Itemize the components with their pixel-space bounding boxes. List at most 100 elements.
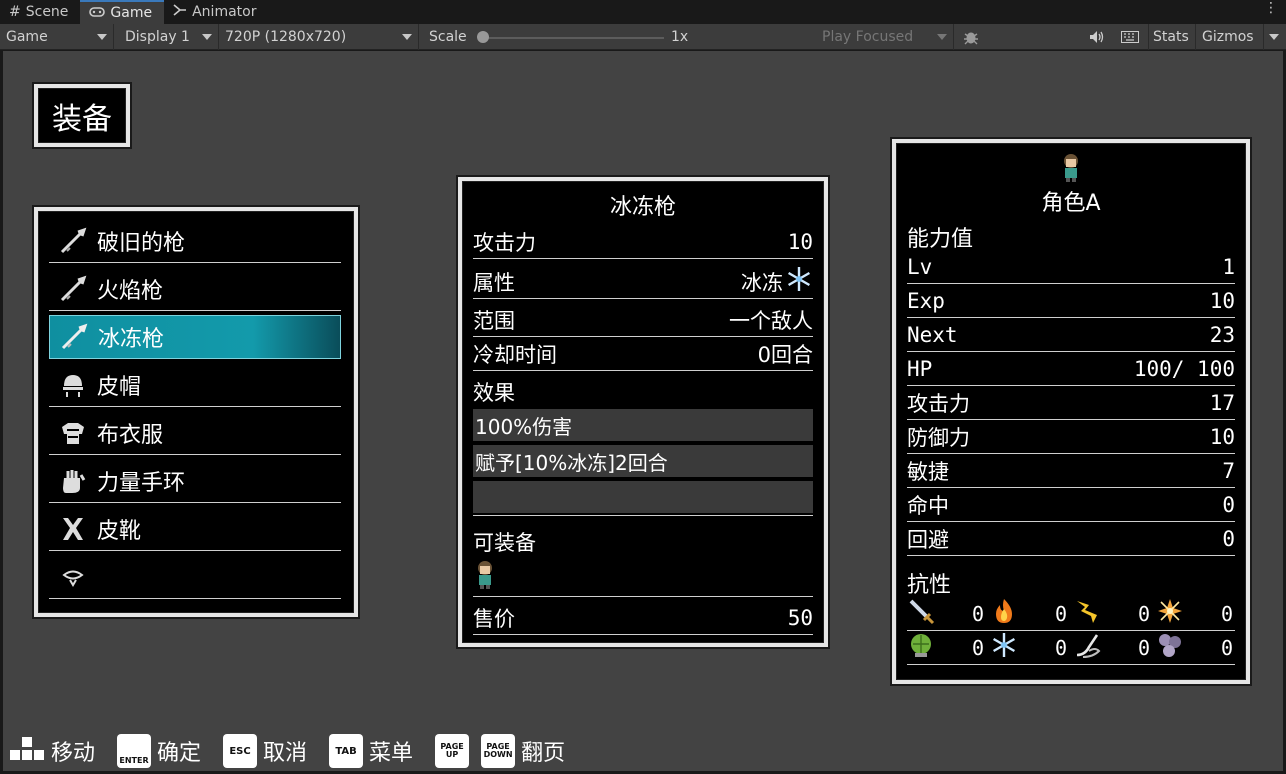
divider xyxy=(473,515,813,516)
page-down-key-icon: PAGE DOWN xyxy=(481,734,516,768)
resist-value: 0 xyxy=(1137,601,1150,626)
gun-icon xyxy=(54,319,94,355)
resist-value: 0 xyxy=(1054,601,1067,626)
stat-label: 命中 xyxy=(907,494,949,518)
game-view: 装备 破旧的枪 火焰枪 冰冻枪 皮帽 布衣服 力量手环 皮靴 冰冻枪 攻击力 1… xyxy=(3,51,1283,771)
help-page: PAGE DOWN 翻页 xyxy=(481,734,565,768)
stat-value: 7 xyxy=(1222,459,1235,483)
scale-label: Scale xyxy=(429,29,467,45)
tab-animator-label: Animator xyxy=(192,4,257,20)
resist-row: 0 0 0 0 xyxy=(907,597,1235,631)
tab-game[interactable]: Game xyxy=(80,0,165,24)
list-item[interactable]: 皮靴 xyxy=(49,507,341,551)
stat-value: 23 xyxy=(1209,323,1235,347)
gizmos-button[interactable]: Gizmos xyxy=(1195,24,1254,50)
stat-value: 10 xyxy=(1209,289,1235,313)
view-mode-label: Game xyxy=(6,29,48,45)
resolution-dropdown[interactable]: 720P (1280x720) xyxy=(219,24,419,50)
character-avatar xyxy=(896,153,1246,189)
help-confirm: ENTER 确定 xyxy=(117,734,201,768)
range-row: 范围 一个敌人 xyxy=(473,303,813,337)
stat-label: 敏捷 xyxy=(907,460,949,484)
resist-cell: 0 xyxy=(1073,597,1152,631)
scale-slider-handle[interactable] xyxy=(477,31,489,43)
stat-label: Next xyxy=(907,323,958,347)
attribute-label: 属性 xyxy=(473,270,515,295)
help-label: 移动 xyxy=(51,741,96,766)
stat-label: Exp xyxy=(907,289,945,313)
chevron-down-icon xyxy=(97,34,107,40)
tab-game-label: Game xyxy=(110,5,153,21)
help-page-up: PAGE UP xyxy=(435,734,470,768)
stat-value: 0 xyxy=(1222,493,1235,517)
editor-tab-bar: # Scene Game Animator ⋮ xyxy=(0,0,1286,24)
list-item[interactable]: 力量手环 xyxy=(49,459,341,503)
character-avatar xyxy=(473,560,497,595)
bug-icon[interactable] xyxy=(960,24,982,50)
stat-value: 1 xyxy=(1222,255,1235,279)
list-item[interactable]: 火焰枪 xyxy=(49,267,341,311)
play-focused-dropdown[interactable]: Play Focused xyxy=(816,24,954,50)
resist-header: 抗性 xyxy=(907,573,952,598)
cooldown-value: 0回合 xyxy=(757,342,813,367)
stats-button[interactable]: Stats xyxy=(1148,24,1189,50)
equippable-label: 可装备 xyxy=(473,531,536,555)
price-value: 50 xyxy=(787,605,813,630)
gun-icon xyxy=(53,223,93,259)
stat-value: 100/ 100 xyxy=(1133,357,1235,381)
resist-value: 0 xyxy=(1220,601,1233,626)
empty-ring-icon xyxy=(53,559,93,595)
enter-key-icon: ENTER xyxy=(117,734,152,768)
list-item-selected[interactable]: 冰冻枪 xyxy=(49,315,341,359)
attack-row: 攻击力 10 xyxy=(473,225,813,259)
gun-icon xyxy=(53,271,93,307)
list-item[interactable]: 破旧的枪 xyxy=(49,219,341,263)
dpad-icon xyxy=(9,735,45,767)
range-label: 范围 xyxy=(473,308,515,333)
chevron-down-icon xyxy=(937,34,947,40)
armor-icon xyxy=(53,415,93,451)
help-move: 移动 xyxy=(9,735,95,767)
tab-overflow-menu-icon[interactable]: ⋮ xyxy=(1256,0,1286,24)
game-view-toolbar: Game Display 1 720P (1280x720) Scale 1x … xyxy=(0,24,1286,50)
scale-slider-track[interactable] xyxy=(482,37,664,39)
burst-icon xyxy=(1156,597,1184,631)
orbs-icon xyxy=(1156,631,1184,665)
stat-row-attack: 攻击力 17 xyxy=(907,387,1235,420)
view-mode-dropdown[interactable]: Game xyxy=(0,24,114,50)
tab-key-icon: TAB xyxy=(329,734,364,768)
chevron-down-icon xyxy=(1269,34,1279,40)
speaker-icon[interactable] xyxy=(1086,24,1108,50)
character-name: 角色A xyxy=(1041,191,1101,216)
stat-row-hit: 命中 0 xyxy=(907,489,1235,522)
help-menu: TAB 菜单 xyxy=(329,734,413,768)
resist-value: 0 xyxy=(1054,635,1067,660)
tab-animator[interactable]: Animator xyxy=(164,0,268,24)
list-item-empty[interactable] xyxy=(49,555,341,599)
resist-cell: 0 xyxy=(1156,597,1235,631)
keyboard-icon[interactable] xyxy=(1118,24,1142,50)
equipment-list-window: 破旧的枪 火焰枪 冰冻枪 皮帽 布衣服 力量手环 皮靴 xyxy=(34,207,358,617)
help-label: 菜单 xyxy=(369,741,414,766)
item-name: 冰冻枪 xyxy=(609,195,676,220)
tab-scene[interactable]: # Scene xyxy=(0,0,80,24)
stat-row-exp: Exp 10 xyxy=(907,285,1235,318)
animator-icon xyxy=(173,4,187,20)
list-item[interactable]: 皮帽 xyxy=(49,363,341,407)
resist-cell: 0 xyxy=(1156,631,1235,665)
stat-value: 17 xyxy=(1209,391,1235,415)
list-item-label: 皮帽 xyxy=(97,374,142,400)
poison-icon xyxy=(907,631,935,665)
wind-icon xyxy=(1073,631,1103,665)
display-dropdown[interactable]: Display 1 xyxy=(119,24,219,50)
resist-cell: 0 xyxy=(1073,631,1152,665)
character-status-window: 角色A 能力值 Lv 1 Exp 10 Next 23 HP 100/ 100 攻击力 1… xyxy=(892,139,1250,684)
resist-value: 0 xyxy=(1137,635,1150,660)
stat-label: HP xyxy=(907,357,933,381)
effect-line xyxy=(473,481,813,513)
fire-icon xyxy=(990,597,1018,631)
help-label: 确定 xyxy=(157,741,202,766)
gizmos-dropdown[interactable] xyxy=(1263,24,1285,50)
list-item[interactable]: 布衣服 xyxy=(49,411,341,455)
resist-value: 0 xyxy=(971,601,984,626)
